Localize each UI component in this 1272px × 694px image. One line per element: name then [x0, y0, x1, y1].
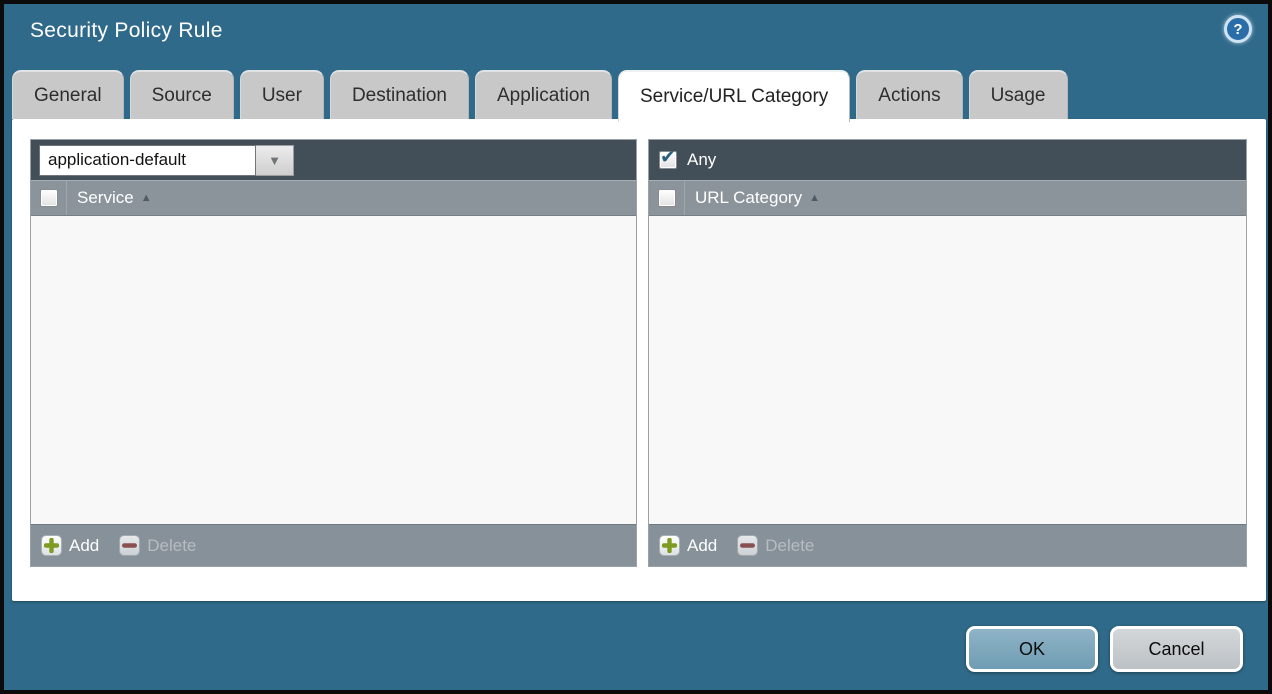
- service-panel-topbar: application-default ▼: [31, 140, 636, 180]
- service-type-dropdown-button[interactable]: ▼: [256, 145, 294, 176]
- url-category-delete-button[interactable]: Delete: [737, 535, 814, 556]
- service-delete-button[interactable]: Delete: [119, 535, 196, 556]
- tab-general[interactable]: General: [12, 70, 124, 119]
- url-category-select-all-checkbox[interactable]: [658, 189, 676, 207]
- url-category-panel-topbar: ✔ Any: [649, 140, 1246, 180]
- any-checkbox[interactable]: ✔: [659, 151, 677, 169]
- minus-icon: [119, 535, 140, 556]
- tab-application[interactable]: Application: [475, 70, 612, 119]
- service-table-body[interactable]: [31, 216, 636, 524]
- help-icon[interactable]: ?: [1224, 15, 1252, 43]
- service-select-all-cell: [31, 181, 67, 215]
- delete-button-label: Delete: [147, 536, 196, 556]
- sort-asc-icon[interactable]: ▲: [141, 192, 152, 204]
- url-category-column-label: URL Category: [695, 188, 802, 208]
- add-button-label: Add: [687, 536, 717, 556]
- security-policy-rule-dialog: Security Policy Rule ? General Source Us…: [0, 0, 1272, 694]
- tab-usage[interactable]: Usage: [969, 70, 1068, 119]
- tab-source[interactable]: Source: [130, 70, 234, 119]
- tab-service-url-category[interactable]: Service/URL Category: [618, 70, 850, 122]
- tab-bar: General Source User Destination Applicat…: [12, 70, 1068, 122]
- any-row: ✔ Any: [657, 150, 716, 170]
- delete-button-label: Delete: [765, 536, 814, 556]
- service-type-dropdown[interactable]: application-default ▼: [39, 145, 294, 176]
- tab-content-sheet: application-default ▼ Service ▲: [12, 119, 1266, 601]
- cancel-button[interactable]: Cancel: [1110, 626, 1243, 672]
- service-select-all-checkbox[interactable]: [40, 189, 58, 207]
- tab-actions[interactable]: Actions: [856, 70, 962, 119]
- service-type-value[interactable]: application-default: [39, 145, 256, 176]
- sort-asc-icon[interactable]: ▲: [809, 192, 820, 204]
- url-category-add-button[interactable]: Add: [659, 535, 717, 556]
- url-category-table-body[interactable]: [649, 216, 1246, 524]
- tab-user[interactable]: User: [240, 70, 324, 119]
- service-column-label: Service: [77, 188, 134, 208]
- help-question-glyph: ?: [1233, 21, 1242, 38]
- any-label: Any: [687, 150, 716, 170]
- url-category-select-all-cell: [649, 181, 685, 215]
- tab-destination[interactable]: Destination: [330, 70, 469, 119]
- service-panel: application-default ▼ Service ▲: [30, 139, 637, 567]
- checkmark-icon: ✔: [660, 148, 676, 168]
- minus-icon: [737, 535, 758, 556]
- service-add-button[interactable]: Add: [41, 535, 99, 556]
- service-table-header: Service ▲: [31, 180, 636, 216]
- url-category-table-header: URL Category ▲: [649, 180, 1246, 216]
- url-category-panel: ✔ Any URL Category ▲: [648, 139, 1247, 567]
- chevron-down-icon: ▼: [268, 153, 281, 168]
- dialog-title: Security Policy Rule: [30, 19, 223, 43]
- service-panel-footer: Add Delete: [31, 524, 636, 566]
- plus-icon: [41, 535, 62, 556]
- plus-icon: [659, 535, 680, 556]
- url-category-panel-footer: Add Delete: [649, 524, 1246, 566]
- add-button-label: Add: [69, 536, 99, 556]
- ok-button[interactable]: OK: [966, 626, 1098, 672]
